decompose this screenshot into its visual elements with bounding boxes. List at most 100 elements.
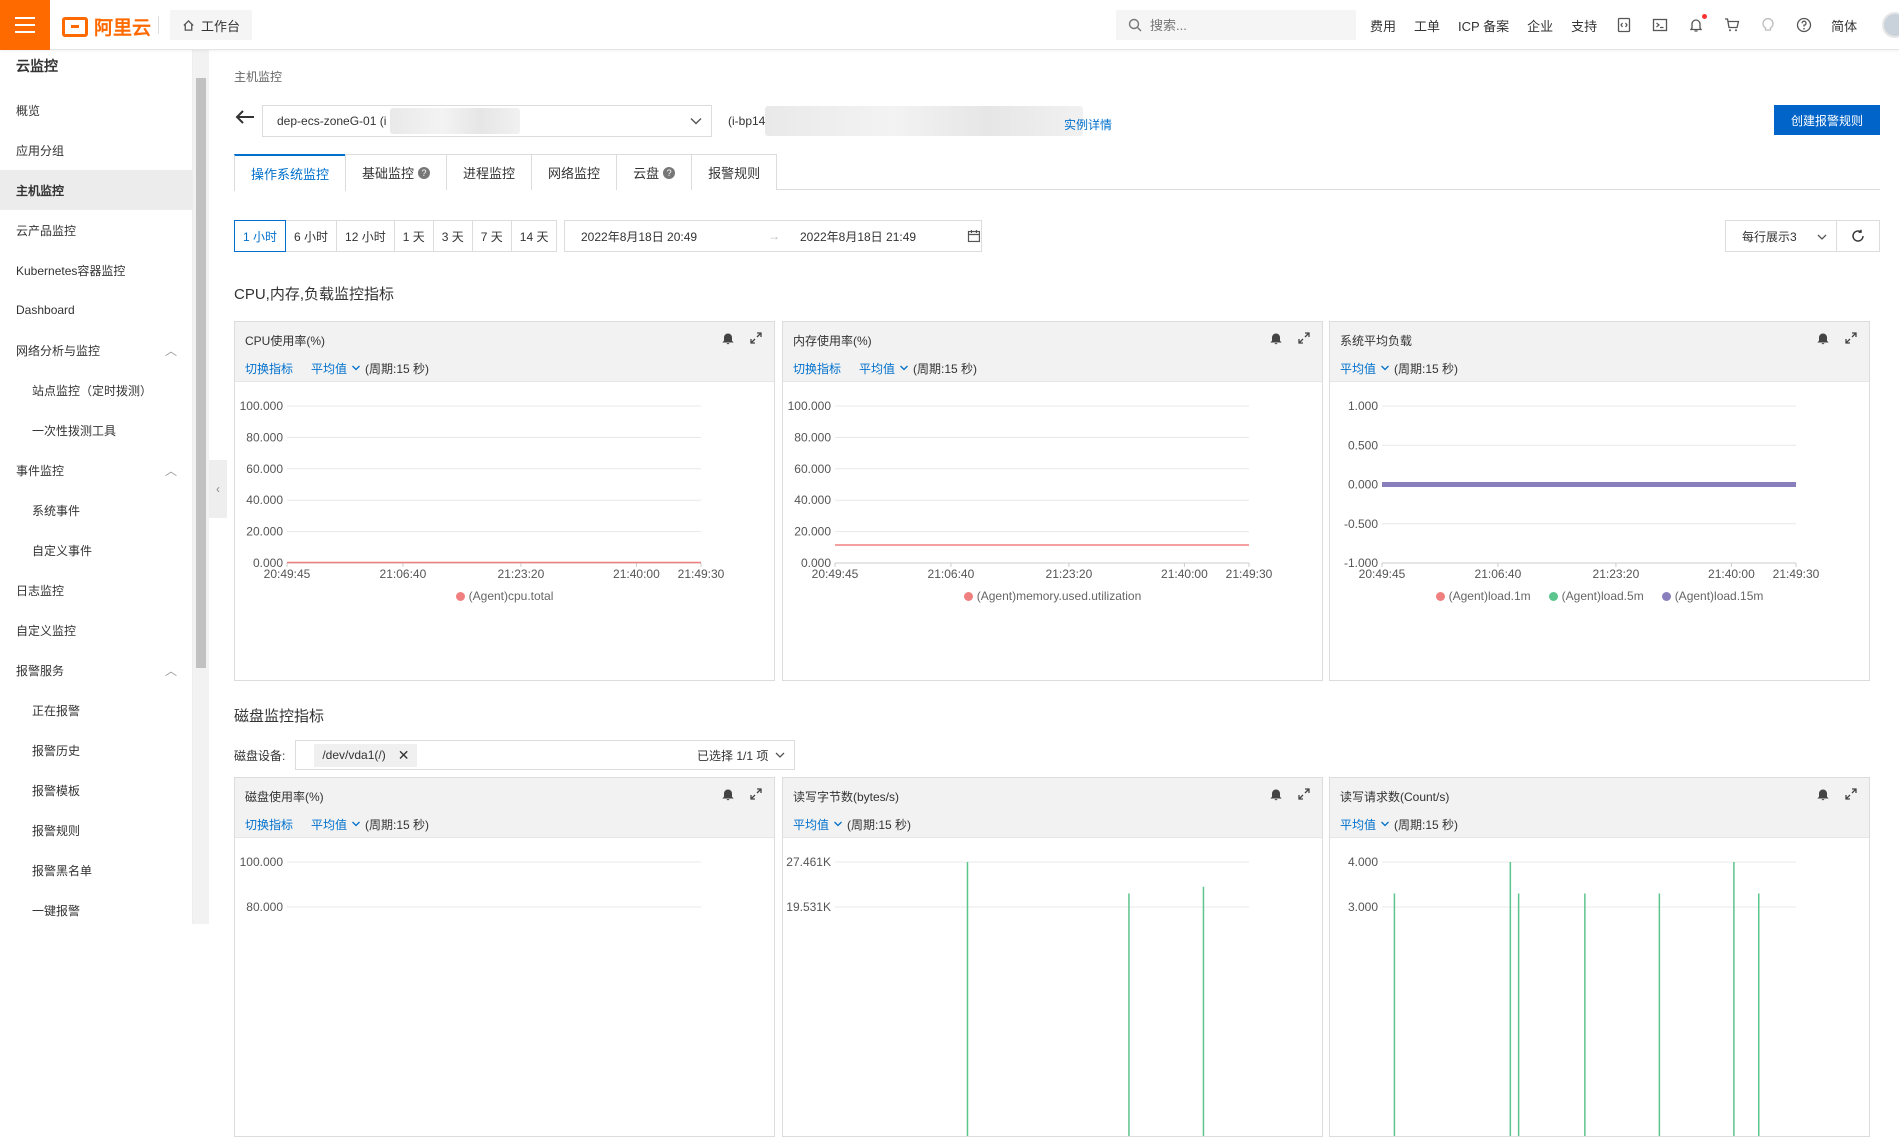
- terminal-icon[interactable]: [1651, 16, 1669, 34]
- sidebar-item-custom-monitor[interactable]: 自定义监控: [0, 610, 193, 650]
- tab-network-monitor[interactable]: 网络监控: [531, 154, 618, 190]
- range-7d[interactable]: 7 天: [471, 220, 512, 252]
- aggregation-select[interactable]: 平均值: [1340, 360, 1376, 377]
- hamburger-menu-button[interactable]: [0, 0, 50, 50]
- switch-metric-link[interactable]: 切换指标: [793, 360, 841, 377]
- top-link-icp[interactable]: ICP 备案: [1458, 16, 1509, 35]
- sidebar-item-alarm-rules[interactable]: 报警规则: [0, 810, 193, 850]
- disk-device-select[interactable]: /dev/vda1(/) ✕ 已选择 1/1 项: [295, 740, 796, 770]
- range-12h[interactable]: 12 小时: [336, 220, 395, 252]
- expand-icon[interactable]: [1843, 330, 1859, 346]
- workbench-button[interactable]: 工作台: [170, 10, 253, 40]
- date-range-picker[interactable]: 2022年8月18日 20:49 → 2022年8月18日 21:49: [564, 220, 982, 252]
- refresh-button[interactable]: [1836, 220, 1880, 252]
- lightbulb-icon[interactable]: [1759, 16, 1777, 34]
- top-link-billing[interactable]: 费用: [1370, 16, 1396, 35]
- aggregation-select[interactable]: 平均值: [793, 816, 829, 833]
- language-switch[interactable]: 简体: [1831, 16, 1857, 35]
- top-link-enterprise[interactable]: 企业: [1527, 16, 1553, 35]
- legend-item[interactable]: (Agent)load.1m: [1435, 589, 1531, 603]
- scrollbar-thumb[interactable]: [196, 78, 206, 668]
- sidebar-item-network-analysis[interactable]: 网络分析与监控 ︿: [0, 330, 193, 370]
- sidebar-item-custom-events[interactable]: 自定义事件: [0, 530, 193, 570]
- legend-item[interactable]: (Agent)cpu.total: [455, 589, 553, 603]
- aggregation-select[interactable]: 平均值: [311, 816, 347, 833]
- global-search[interactable]: [1116, 10, 1356, 40]
- alarm-bell-icon[interactable]: [720, 330, 736, 346]
- expand-icon[interactable]: [1296, 330, 1312, 346]
- sidebar-item-app-groups[interactable]: 应用分组: [0, 130, 193, 170]
- sidebar-item-log-monitor[interactable]: 日志监控: [0, 570, 193, 610]
- instance-select[interactable]: dep-ecs-zoneG-01 (i: [262, 105, 712, 137]
- help-icon[interactable]: [1795, 16, 1813, 34]
- chevron-down-icon[interactable]: [351, 362, 361, 376]
- sidebar-item-one-time-probe[interactable]: 一次性拨测工具: [0, 410, 193, 450]
- instance-detail-link[interactable]: 实例详情: [1064, 116, 1112, 133]
- chevron-down-icon[interactable]: [833, 818, 843, 832]
- expand-icon[interactable]: [1843, 786, 1859, 802]
- close-icon[interactable]: ✕: [398, 747, 410, 764]
- expand-icon[interactable]: [748, 786, 764, 802]
- code-icon[interactable]: [1615, 16, 1633, 34]
- breadcrumb[interactable]: 主机监控: [234, 68, 282, 85]
- create-alarm-rule-button[interactable]: 创建报警规则: [1774, 105, 1880, 135]
- range-6h[interactable]: 6 小时: [285, 220, 338, 252]
- aggregation-select[interactable]: 平均值: [1340, 816, 1376, 833]
- sidebar-item-overview[interactable]: 概览: [0, 90, 193, 130]
- collapse-sidebar-button[interactable]: ‹: [209, 460, 227, 518]
- switch-metric-link[interactable]: 切换指标: [245, 360, 293, 377]
- search-input[interactable]: [1150, 17, 1330, 33]
- chevron-down-icon[interactable]: [1380, 818, 1390, 832]
- expand-icon[interactable]: [748, 330, 764, 346]
- chevron-down-icon[interactable]: [1380, 362, 1390, 376]
- bell-icon[interactable]: [1687, 14, 1708, 34]
- aliyun-logo[interactable]: 阿里云: [62, 13, 151, 40]
- help-icon[interactable]: ?: [418, 166, 431, 179]
- range-3d[interactable]: 3 天: [432, 220, 473, 252]
- sidebar-item-event-monitor[interactable]: 事件监控 ︿: [0, 450, 193, 490]
- top-link-support[interactable]: 支持: [1571, 16, 1597, 35]
- tab-basic-monitor[interactable]: 基础监控?: [345, 154, 448, 190]
- expand-icon[interactable]: [1296, 786, 1312, 802]
- top-link-ticket[interactable]: 工单: [1414, 16, 1440, 35]
- alarm-bell-icon[interactable]: [1268, 786, 1284, 802]
- legend-item[interactable]: (Agent)load.15m: [1661, 589, 1763, 603]
- range-14d[interactable]: 14 天: [510, 220, 558, 252]
- cart-icon[interactable]: [1723, 16, 1741, 34]
- y-tick-label: -0.500: [1344, 517, 1378, 531]
- range-1h[interactable]: 1 小时: [234, 220, 287, 252]
- per-row-select[interactable]: 每行展示3: [1725, 220, 1837, 252]
- sidebar-item-active-alarms[interactable]: 正在报警: [0, 690, 193, 730]
- sidebar-item-kubernetes[interactable]: Kubernetes容器监控: [0, 250, 193, 290]
- tab-os-monitor[interactable]: 操作系统监控: [234, 154, 347, 191]
- sidebar-item-alarm-service[interactable]: 报警服务 ︿: [0, 650, 193, 690]
- sidebar-item-dashboard[interactable]: Dashboard: [0, 290, 193, 330]
- help-icon[interactable]: ?: [663, 166, 676, 179]
- tab-alarm-rules[interactable]: 报警规则: [691, 154, 778, 190]
- alarm-bell-icon[interactable]: [1815, 330, 1831, 346]
- legend-item[interactable]: (Agent)load.5m: [1548, 589, 1644, 603]
- sidebar-scrollbar[interactable]: [193, 50, 209, 924]
- tab-cloud-disk[interactable]: 云盘?: [616, 154, 693, 190]
- sidebar-item-one-click-alarm[interactable]: 一键报警: [0, 890, 193, 930]
- alarm-bell-icon[interactable]: [1268, 330, 1284, 346]
- sidebar-item-alarm-blacklist[interactable]: 报警黑名单: [0, 850, 193, 890]
- back-arrow-icon[interactable]: [234, 106, 256, 128]
- sidebar-item-cloud-product[interactable]: 云产品监控: [0, 210, 193, 250]
- range-1d[interactable]: 1 天: [393, 220, 434, 252]
- sidebar-item-alarm-history[interactable]: 报警历史: [0, 730, 193, 770]
- chevron-down-icon[interactable]: [899, 362, 909, 376]
- chevron-down-icon[interactable]: [351, 818, 361, 832]
- legend-item[interactable]: (Agent)memory.used.utilization: [963, 589, 1141, 603]
- alarm-bell-icon[interactable]: [720, 786, 736, 802]
- tab-process-monitor[interactable]: 进程监控: [446, 154, 533, 190]
- sidebar-item-host-monitor[interactable]: 主机监控: [0, 170, 193, 210]
- sidebar-item-site-monitor[interactable]: 站点监控（定时拨测）: [0, 370, 193, 410]
- aggregation-select[interactable]: 平均值: [859, 360, 895, 377]
- switch-metric-link[interactable]: 切换指标: [245, 816, 293, 833]
- sidebar-item-system-events[interactable]: 系统事件: [0, 490, 193, 530]
- alarm-bell-icon[interactable]: [1815, 786, 1831, 802]
- aggregation-select[interactable]: 平均值: [311, 360, 347, 377]
- sidebar-item-alarm-templates[interactable]: 报警模板: [0, 770, 193, 810]
- user-avatar[interactable]: [1882, 12, 1899, 38]
